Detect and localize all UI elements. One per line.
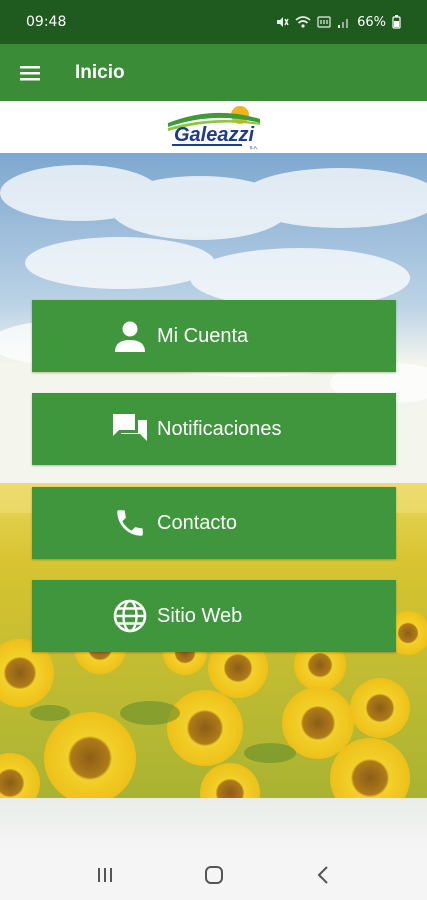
phone-icon <box>112 505 148 541</box>
recent-apps-button[interactable] <box>75 855 135 895</box>
background-image <box>0 153 427 798</box>
back-icon <box>317 866 328 884</box>
battery-icon <box>392 15 401 29</box>
mi-cuenta-label: Mi Cuenta <box>157 324 249 347</box>
volte-icon <box>317 16 331 28</box>
logo-band: Galeazzi S.A. <box>0 101 427 153</box>
battery-percent: 66% <box>357 14 386 30</box>
wifi-icon <box>295 16 311 28</box>
chat-bubbles-icon <box>112 411 148 447</box>
mi-cuenta-button[interactable]: Mi Cuenta <box>32 300 396 372</box>
page-title: Inicio <box>75 61 125 83</box>
contacto-button[interactable]: Contacto <box>32 487 396 559</box>
mute-icon <box>277 17 289 27</box>
bottom-fade <box>0 798 427 850</box>
notificaciones-label: Notificaciones <box>157 417 282 440</box>
logo-suffix-text: S.A. <box>249 145 258 150</box>
contacto-label: Contacto <box>157 511 238 534</box>
status-time: 09:48 <box>26 14 67 30</box>
recent-apps-icon <box>97 868 112 882</box>
status-icons: 66% <box>275 15 401 30</box>
notificaciones-button[interactable]: Notificaciones <box>32 393 396 465</box>
home-button[interactable] <box>184 855 244 895</box>
home-icon <box>204 866 223 884</box>
system-nav-bar <box>0 850 427 900</box>
globe-icon <box>112 598 148 634</box>
back-button[interactable] <box>293 855 353 895</box>
app-bar: Inicio <box>0 44 427 101</box>
menu-button[interactable] <box>1 44 59 101</box>
status-bar: 09:48 66% <box>0 0 427 44</box>
sitio-web-button[interactable]: Sitio Web <box>32 580 396 652</box>
hamburger-menu-icon <box>20 65 40 80</box>
logo-brand-text: Galeazzi <box>173 124 253 146</box>
signal-icon <box>338 19 349 28</box>
galeazzi-logo: Galeazzi S.A. <box>167 106 260 150</box>
person-icon <box>112 318 148 354</box>
sitio-web-label: Sitio Web <box>157 604 243 627</box>
